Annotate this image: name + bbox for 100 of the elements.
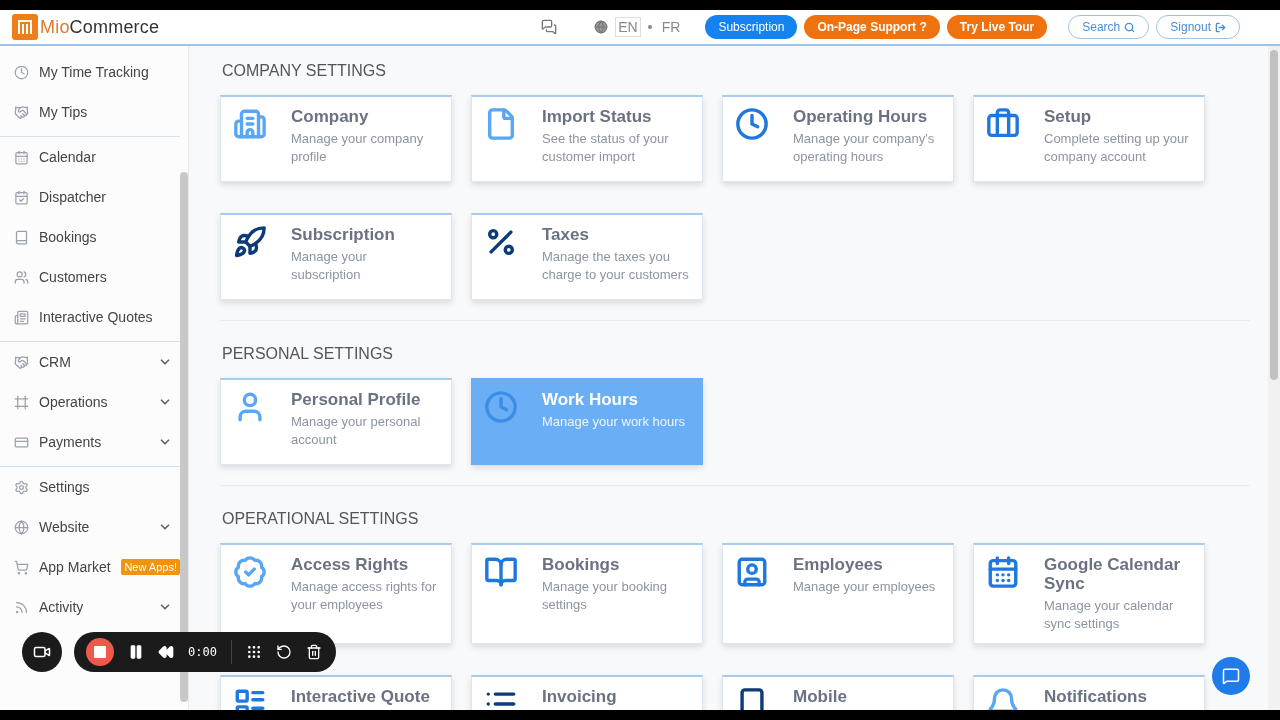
sidebar-item[interactable]: Customers: [0, 257, 180, 297]
header-button[interactable]: On-Page Support ?: [804, 15, 940, 39]
section-title: COMPANY SETTINGS: [222, 62, 387, 80]
section-title: PERSONAL SETTINGS: [222, 345, 394, 363]
sidebar-item[interactable]: My Tips: [0, 92, 180, 132]
settings-card[interactable]: Invoicing: [471, 675, 703, 710]
card-description: Manage access rights for your employees: [291, 578, 438, 614]
sidebar-item[interactable]: Website: [0, 507, 180, 547]
sidebar-item[interactable]: Bookings: [0, 217, 180, 257]
settings-card[interactable]: Operating Hours Manage your company's operating hours: [722, 95, 954, 182]
book-icon: [14, 229, 29, 245]
settings-card[interactable]: Mobile: [722, 675, 954, 710]
badge-icon: [233, 555, 267, 589]
rocket-icon: [233, 225, 267, 259]
sidebar-item[interactable]: My Time Tracking: [0, 52, 180, 92]
header-button[interactable]: Try Live Tour: [946, 15, 1048, 39]
chat-icon: [1222, 667, 1240, 685]
sidebar-item[interactable]: Dispatcher: [0, 177, 180, 217]
trash-icon[interactable]: [305, 644, 322, 660]
sidebar-item[interactable]: Activity: [0, 587, 180, 627]
credit-card-icon: [14, 434, 29, 450]
card-title: Bookings: [542, 555, 621, 574]
stop-button[interactable]: [86, 638, 114, 666]
logo-icon: [12, 14, 38, 40]
settings-card[interactable]: Company Manage your company profile: [220, 95, 452, 182]
calendar-icon: [986, 555, 1020, 589]
settings-card[interactable]: Bookings Manage your booking settings: [471, 543, 703, 644]
settings-card[interactable]: Notifications: [973, 675, 1205, 710]
settings-card[interactable]: Taxes Manage the taxes you charge to your customers: [471, 213, 703, 300]
rewind-icon[interactable]: [158, 644, 174, 660]
card-description: Complete setting up your company account: [1044, 130, 1190, 166]
card-description: Manage your company's operating hours: [793, 130, 936, 166]
calendar-icon: [14, 149, 29, 165]
card-title: Notifications: [1044, 687, 1147, 706]
recording-time: 0:00: [188, 645, 217, 659]
sidebar-item[interactable]: CRM: [0, 342, 180, 382]
card-title: Interactive Quote: [291, 687, 430, 706]
card-title: Import Status: [542, 107, 653, 126]
settings-card[interactable]: Personal Profile Manage your personal account: [220, 378, 452, 465]
pause-icon[interactable]: [128, 644, 144, 660]
sidebar-item[interactable]: Operations: [0, 382, 180, 422]
settings-icon: [14, 479, 29, 495]
card-title: Access Rights: [291, 555, 410, 574]
card-title: Company: [291, 107, 370, 126]
scrollbar-thumb[interactable]: [1270, 50, 1278, 380]
card-title: Setup: [1044, 107, 1093, 126]
cart-icon: [14, 559, 29, 575]
card-title: Personal Profile: [291, 390, 422, 409]
settings-card[interactable]: Setup Complete setting up your company account: [973, 95, 1205, 182]
card-description: Manage your subscription: [291, 248, 368, 284]
card-description: Manage your calendar sync settings: [1044, 597, 1175, 633]
id-card-icon: [735, 555, 769, 589]
card-title: Employees: [793, 555, 884, 574]
card-description: Manage your company profile: [291, 130, 425, 166]
sidebar-item[interactable]: Interactive Quotes: [0, 297, 180, 337]
clock-icon: [484, 390, 518, 424]
section-title: OPERATIONAL SETTINGS: [222, 510, 420, 528]
clock-icon: [735, 107, 769, 141]
card-title: Taxes: [542, 225, 590, 244]
search-icon: [1124, 21, 1136, 33]
frame-icon: [14, 394, 29, 410]
card-title: Subscription: [291, 225, 396, 244]
settings-card[interactable]: Access Rights Manage access rights for your employees: [220, 543, 452, 644]
settings-card[interactable]: Employees Manage your employees: [722, 543, 954, 644]
sidebar-item[interactable]: App Market New Apps!: [0, 547, 180, 587]
globe-icon: [14, 519, 29, 535]
card-title: Google Calendar Sync: [1044, 555, 1182, 593]
newspaper-icon: [14, 309, 29, 325]
users-icon: [14, 269, 29, 285]
new-badge: New Apps!: [121, 559, 180, 575]
rss-icon: [14, 599, 29, 615]
settings-card[interactable]: Import Status See the status of your customer import: [471, 95, 703, 182]
building-icon: [233, 107, 267, 141]
grid-icon[interactable]: [245, 644, 262, 660]
settings-card[interactable]: Google Calendar Sync Manage your calendar sync settings: [973, 543, 1205, 644]
signout-button[interactable]: Signout: [1156, 15, 1240, 39]
search-button[interactable]: Search: [1068, 15, 1150, 39]
settings-card[interactable]: Subscription Manage your subscription: [220, 213, 452, 300]
handshake-icon: [14, 104, 29, 120]
globe-icon: [594, 20, 609, 34]
brand-logo[interactable]: MioCommerce: [40, 16, 160, 38]
restart-icon[interactable]: [275, 644, 292, 660]
header-button[interactable]: Subscription: [705, 15, 798, 39]
chat-icon[interactable]: [541, 19, 558, 35]
book-icon: [484, 555, 518, 589]
calendar-check-icon: [14, 189, 29, 205]
language-option[interactable]: EN: [615, 17, 641, 37]
card-description: Manage your work hours: [542, 413, 686, 431]
card-title: Invoicing: [542, 687, 617, 706]
sidebar-item[interactable]: Settings: [0, 467, 180, 507]
sidebar-item[interactable]: Payments: [0, 422, 180, 462]
card-description: Manage your personal account: [291, 413, 422, 449]
settings-card[interactable]: Interactive Quote: [220, 675, 452, 710]
sidebar-item[interactable]: Calendar: [0, 137, 180, 177]
card-description: Manage the taxes you charge to your customers: [542, 248, 690, 284]
language-option[interactable]: FR: [658, 17, 684, 37]
card-description: Manage your employees: [793, 578, 936, 596]
card-description: See the status of your customer import: [542, 130, 670, 166]
card-title: Mobile: [793, 687, 847, 706]
scrollbar-thumb[interactable]: [180, 172, 188, 702]
